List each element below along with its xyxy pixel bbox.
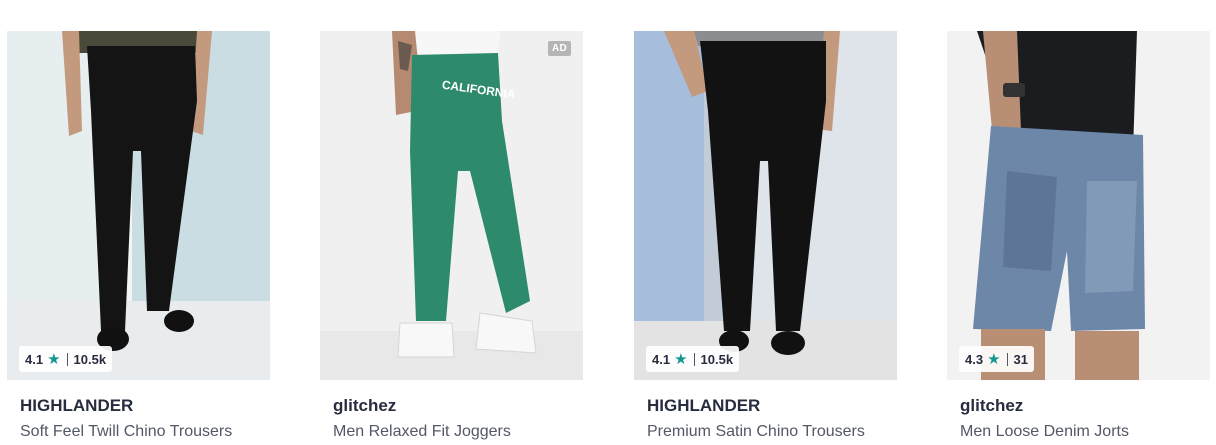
product-photo-black-satin-chinos <box>634 31 897 380</box>
star-icon: ★ <box>47 350 61 368</box>
product-brand[interactable]: HIGHLANDER <box>20 396 270 416</box>
product-card[interactable]: 4.3 ★ 31 glitchez Men Loose Denim Jorts <box>947 31 1210 441</box>
product-brand[interactable]: HIGHLANDER <box>647 396 897 416</box>
star-icon: ★ <box>987 350 1001 368</box>
product-photo-green-joggers: CALIFORNIA <box>320 31 583 380</box>
product-image[interactable]: 4.3 ★ 31 <box>947 31 1210 380</box>
rating-badge: 4.1 ★ 10.5k <box>19 346 113 372</box>
star-icon: ★ <box>674 350 688 368</box>
product-grid: 4.1 ★ 10.5k HIGHLANDER Soft Feel Twill C… <box>0 0 1216 445</box>
rating-divider <box>1006 352 1008 366</box>
rating-value: 4.1 <box>652 351 671 367</box>
rating-value: 4.1 <box>25 351 44 367</box>
rating-divider <box>693 352 695 366</box>
rating-count: 10.5k <box>73 351 107 367</box>
rating-badge: 4.3 ★ 31 <box>959 346 1034 372</box>
rating-divider <box>66 352 68 366</box>
product-brand[interactable]: glitchez <box>960 396 1210 416</box>
ad-badge: AD <box>547 41 571 56</box>
rating-badge: 4.1 ★ 10.5k <box>646 346 740 372</box>
product-brand[interactable]: glitchez <box>333 396 583 416</box>
product-name[interactable]: Men Loose Denim Jorts <box>960 422 1210 441</box>
product-image[interactable]: 4.1 ★ 10.5k <box>634 31 897 380</box>
product-image[interactable]: CALIFORNIA AD <box>320 31 583 380</box>
product-card[interactable]: 4.1 ★ 10.5k HIGHLANDER Soft Feel Twill C… <box>7 31 270 441</box>
product-name[interactable]: Premium Satin Chino Trousers <box>647 422 897 441</box>
product-card[interactable]: 4.1 ★ 10.5k HIGHLANDER Premium Satin Chi… <box>634 31 897 441</box>
rating-count: 10.5k <box>700 351 734 367</box>
rating-count: 31 <box>1013 351 1028 367</box>
product-card[interactable]: CALIFORNIA AD glitchez Men Relaxed Fit J… <box>320 31 583 441</box>
product-name[interactable]: Soft Feel Twill Chino Trousers <box>20 422 270 441</box>
product-image[interactable]: 4.1 ★ 10.5k <box>7 31 270 380</box>
product-photo-denim-jorts <box>947 31 1210 380</box>
product-name[interactable]: Men Relaxed Fit Joggers <box>333 422 583 441</box>
product-photo-black-chinos <box>7 31 270 380</box>
rating-value: 4.3 <box>965 351 984 367</box>
